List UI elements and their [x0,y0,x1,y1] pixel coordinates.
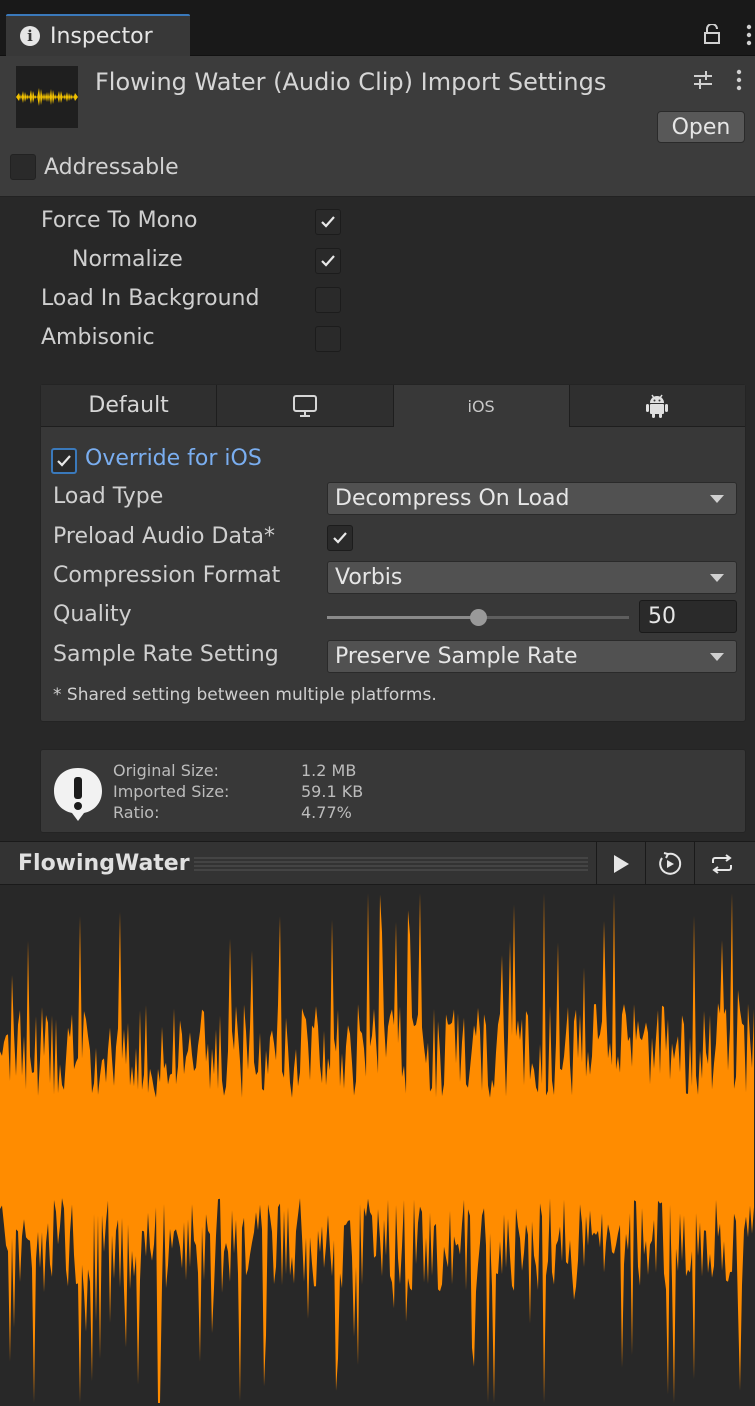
tab-standalone[interactable] [217,385,394,427]
normalize-checkbox[interactable] [315,248,341,274]
waveform-shape [0,893,754,1403]
original-size-value: 1.2 MB [301,761,357,780]
chevron-down-icon [710,495,724,503]
quality-input[interactable]: 50 [639,600,737,633]
ratio-value: 4.77% [301,803,352,822]
waveform-thumbnail-icon [16,88,78,106]
chevron-down-icon [710,574,724,582]
quality-slider-fill [327,616,478,619]
addressable-label: Addressable [44,155,179,180]
autoplay-button[interactable] [645,842,693,885]
compression-format-dropdown[interactable]: Vorbis [327,561,737,594]
audio-preview-toolbar: FlowingWater [0,841,755,885]
load-in-background-checkbox[interactable] [315,287,341,313]
shared-setting-footnote: * Shared setting between multiple platfo… [53,685,437,705]
waveform-graph [0,893,754,1403]
audio-clip-thumbnail [16,66,78,128]
warning-icon [54,768,102,821]
ambisonic-label: Ambisonic [41,325,155,350]
imported-size-value: 59.1 KB [301,782,364,801]
compression-format-label: Compression Format [53,563,281,588]
preload-audio-data-label: Preload Audio Data* [53,524,276,549]
override-ios-checkbox[interactable] [51,448,77,474]
sample-rate-setting-label: Sample Rate Setting [53,642,279,667]
tab-default[interactable]: Default [41,385,218,427]
play-button[interactable] [596,842,644,885]
android-icon [646,394,669,418]
drag-handle[interactable] [194,856,588,872]
ratio-label: Ratio: [113,803,160,822]
imported-size-label: Imported Size: [113,782,230,801]
header-menu-icon[interactable] [734,68,744,92]
platform-settings-panel: Default iOS Override for iOS Load Type D… [40,384,746,722]
open-button[interactable]: Open [657,111,745,143]
original-size-label: Original Size: [113,761,219,780]
quality-slider[interactable] [327,609,629,626]
checkmark-icon [321,255,335,267]
checkmark-icon [321,216,335,228]
override-ios-label: Override for iOS [85,446,262,471]
loop-icon [711,853,732,874]
load-in-background-label: Load In Background [41,286,260,311]
inspector-tabbar: i Inspector [0,0,755,56]
preload-audio-data-checkbox[interactable] [327,525,353,551]
tab-menu-icon[interactable] [744,22,754,48]
tab-ios[interactable]: iOS [393,385,570,427]
audio-waveform [0,886,755,1406]
autoplay-icon [658,851,681,875]
checkmark-icon [57,455,71,467]
quality-label: Quality [53,602,132,627]
lock-icon[interactable] [704,24,720,44]
load-type-label: Load Type [53,484,164,509]
asset-header: Flowing Water (Audio Clip) Import Settin… [0,56,755,197]
ambisonic-checkbox[interactable] [315,326,341,352]
inspector-tab[interactable]: i Inspector [6,14,190,56]
addressable-checkbox[interactable] [10,154,36,180]
play-icon [613,854,629,873]
monitor-icon [292,394,317,417]
info-values: 1.2 MB 59.1 KB 4.77% [301,760,363,823]
preview-clip-name: FlowingWater [18,851,190,876]
force-to-mono-label: Force To Mono [41,208,198,233]
platform-tabs: Default iOS [41,385,745,427]
load-type-value: Decompress On Load [335,486,570,511]
normalize-label: Normalize [72,247,183,272]
asset-title: Flowing Water (Audio Clip) Import Settin… [95,68,607,96]
compression-format-value: Vorbis [335,565,403,590]
loop-button[interactable] [694,842,748,885]
info-icon: i [20,26,40,46]
sample-rate-setting-value: Preserve Sample Rate [335,644,578,669]
load-type-dropdown[interactable]: Decompress On Load [327,482,737,515]
quality-slider-thumb[interactable] [470,609,487,626]
info-labels: Original Size: Imported Size: Ratio: [113,760,229,823]
import-size-info: Original Size: Imported Size: Ratio: 1.2… [40,749,746,833]
tab-title: Inspector [50,23,153,49]
force-to-mono-checkbox[interactable] [315,209,341,235]
sample-rate-setting-dropdown[interactable]: Preserve Sample Rate [327,640,737,673]
tab-android[interactable] [569,385,745,427]
checkmark-icon [333,532,347,544]
presets-icon[interactable] [692,68,714,92]
chevron-down-icon [710,653,724,661]
